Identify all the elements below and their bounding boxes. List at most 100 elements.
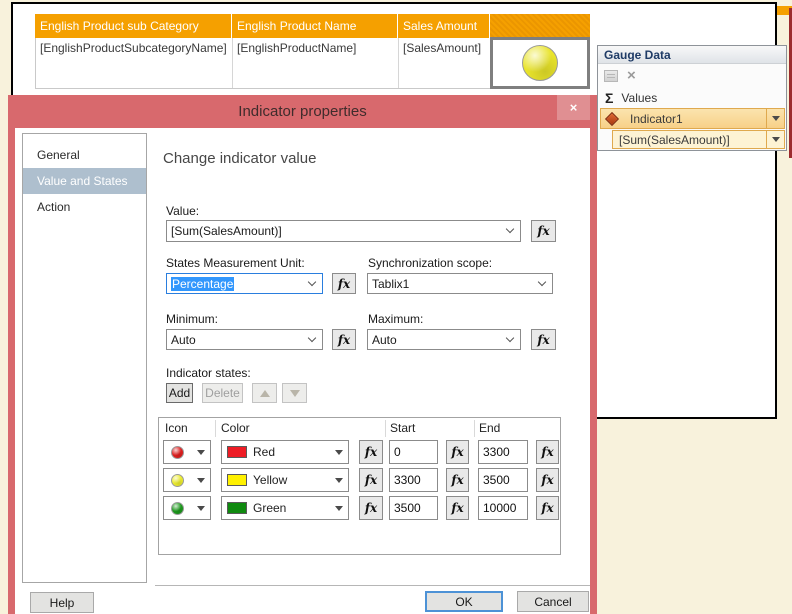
tablix-cell-indicator-selected[interactable] <box>490 37 590 89</box>
gauge-values-section: Σ Values <box>598 88 786 108</box>
tablix-header-product-name[interactable]: English Product Name <box>232 14 398 38</box>
state-row-yellow: Yellow fx fx fx <box>159 468 562 492</box>
ok-button[interactable]: OK <box>425 591 503 612</box>
maximum-fx-button[interactable]: fx <box>531 329 556 350</box>
gauge-value-dropdown[interactable] <box>766 131 784 148</box>
nav-item-action[interactable]: Action <box>23 194 146 220</box>
close-icon[interactable]: × <box>557 95 590 120</box>
color-dropdown[interactable]: Green <box>221 496 349 520</box>
delete-icon[interactable]: × <box>627 68 636 83</box>
gauge-indicator-dropdown[interactable] <box>766 109 784 128</box>
add-button[interactable]: Add <box>166 383 193 403</box>
end-fx-button[interactable]: fx <box>536 468 559 492</box>
sigma-icon: Σ <box>605 90 614 106</box>
tablix-cell-subcategory[interactable]: [EnglishProductSubcategoryName] <box>36 38 233 88</box>
end-input[interactable] <box>478 440 528 464</box>
states-measurement-unit-label: States Measurement Unit: <box>166 256 305 270</box>
page-title: Change indicator value <box>163 150 317 167</box>
value-fx-button[interactable]: fx <box>531 220 556 242</box>
arrow-down-icon <box>289 389 300 397</box>
icon-dropdown[interactable] <box>163 440 211 464</box>
color-dropdown[interactable]: Yellow <box>221 468 349 492</box>
icon-dropdown[interactable] <box>163 496 211 520</box>
nav-item-general[interactable]: General <box>23 142 146 168</box>
move-down-button[interactable] <box>282 383 307 403</box>
cancel-button[interactable]: Cancel <box>517 591 589 612</box>
gauge-indicator-value: [Sum(SalesAmount)] <box>619 132 730 147</box>
minimum-combobox[interactable]: Auto <box>166 329 323 350</box>
indicator-states-table: Icon Color Start End Red fx 0 fx 3300 fx… <box>158 417 561 555</box>
chevron-down-icon <box>307 277 317 286</box>
color-fx-button[interactable]: fx <box>359 496 383 520</box>
gauge-data-toolbar: × <box>598 64 786 88</box>
column-header-icon: Icon <box>165 421 188 435</box>
tablix-header-row: English Product sub Category English Pro… <box>35 14 590 38</box>
values-label: Values <box>621 91 658 105</box>
tablix-cell-product-name[interactable]: [EnglishProductName] <box>233 38 399 88</box>
value-combobox[interactable]: [Sum(SalesAmount)] <box>166 220 521 242</box>
synchronization-scope-combobox[interactable]: Tablix1 <box>367 273 553 294</box>
maximum-combobox[interactable]: Auto <box>367 329 521 350</box>
fx-icon: fx <box>451 445 464 459</box>
icon-dropdown[interactable] <box>163 468 211 492</box>
column-header-color: Color <box>221 421 250 435</box>
tablix-header-indicator[interactable] <box>490 14 590 38</box>
chevron-down-icon <box>197 505 205 511</box>
start-input[interactable] <box>389 468 438 492</box>
end-fx-button[interactable]: fx <box>536 440 559 464</box>
column-divider <box>215 420 216 437</box>
fx-icon: fx <box>541 501 554 515</box>
arrow-up-icon <box>259 389 270 397</box>
fx-icon: fx <box>364 473 378 487</box>
color-fx-button[interactable]: fx <box>359 468 383 492</box>
help-button[interactable]: Help <box>30 592 94 613</box>
minimum-fx-button[interactable]: fx <box>332 329 356 350</box>
fx-icon: fx <box>451 473 464 487</box>
red-circle-icon <box>171 445 184 459</box>
indicator-yellow-circle-icon <box>522 45 558 81</box>
column-header-end: End <box>479 421 501 435</box>
fx-icon: fx <box>364 501 378 515</box>
tablix-header-subcategory[interactable]: English Product sub Category <box>35 14 232 38</box>
column-divider <box>385 420 386 437</box>
start-fx-button[interactable]: fx <box>446 496 469 520</box>
properties-icon[interactable] <box>604 70 618 82</box>
fx-icon: fx <box>364 445 378 459</box>
value-label: Value: <box>166 204 200 218</box>
start-input[interactable] <box>389 440 438 464</box>
synchronization-scope-text: Tablix1 <box>372 276 410 291</box>
start-fx-button[interactable]: fx <box>446 468 469 492</box>
synchronization-scope-label: Synchronization scope: <box>368 256 493 270</box>
delete-button[interactable]: Delete <box>202 383 243 403</box>
end-fx-button[interactable]: fx <box>536 496 559 520</box>
dialog-titlebar[interactable]: Indicator properties × <box>8 95 597 128</box>
fx-icon: fx <box>337 276 351 291</box>
nav-item-value-and-states[interactable]: Value and States <box>23 168 146 194</box>
report-builder-screen: English Product sub Category English Pro… <box>0 0 792 614</box>
chevron-down-icon <box>771 137 780 142</box>
end-input[interactable] <box>478 496 528 520</box>
fx-icon: fx <box>537 332 550 347</box>
end-input[interactable] <box>478 468 528 492</box>
gauge-indicator-value-item[interactable]: [Sum(SalesAmount)] <box>612 130 785 149</box>
tablix-header-sales-amount[interactable]: Sales Amount <box>398 14 490 38</box>
tablix-cell-sales-amount[interactable]: [SalesAmount] <box>399 38 491 88</box>
fx-icon: fx <box>537 224 550 238</box>
color-swatch <box>227 474 247 486</box>
start-input[interactable] <box>389 496 438 520</box>
fx-icon: fx <box>451 501 464 515</box>
color-swatch <box>227 446 247 458</box>
fx-icon: fx <box>337 332 351 347</box>
states-measurement-unit-combobox[interactable]: Percentage <box>166 273 323 294</box>
color-dropdown[interactable]: Red <box>221 440 349 464</box>
chevron-down-icon <box>335 505 343 511</box>
chevron-down-icon <box>197 449 205 455</box>
measurement-unit-fx-button[interactable]: fx <box>332 273 356 294</box>
dialog-nav: General Value and States Action <box>22 133 147 583</box>
color-name: Green <box>253 501 287 515</box>
chevron-down-icon <box>505 224 515 234</box>
color-fx-button[interactable]: fx <box>359 440 383 464</box>
gauge-indicator-item[interactable]: Indicator1 <box>600 108 785 129</box>
start-fx-button[interactable]: fx <box>446 440 469 464</box>
move-up-button[interactable] <box>252 383 277 403</box>
